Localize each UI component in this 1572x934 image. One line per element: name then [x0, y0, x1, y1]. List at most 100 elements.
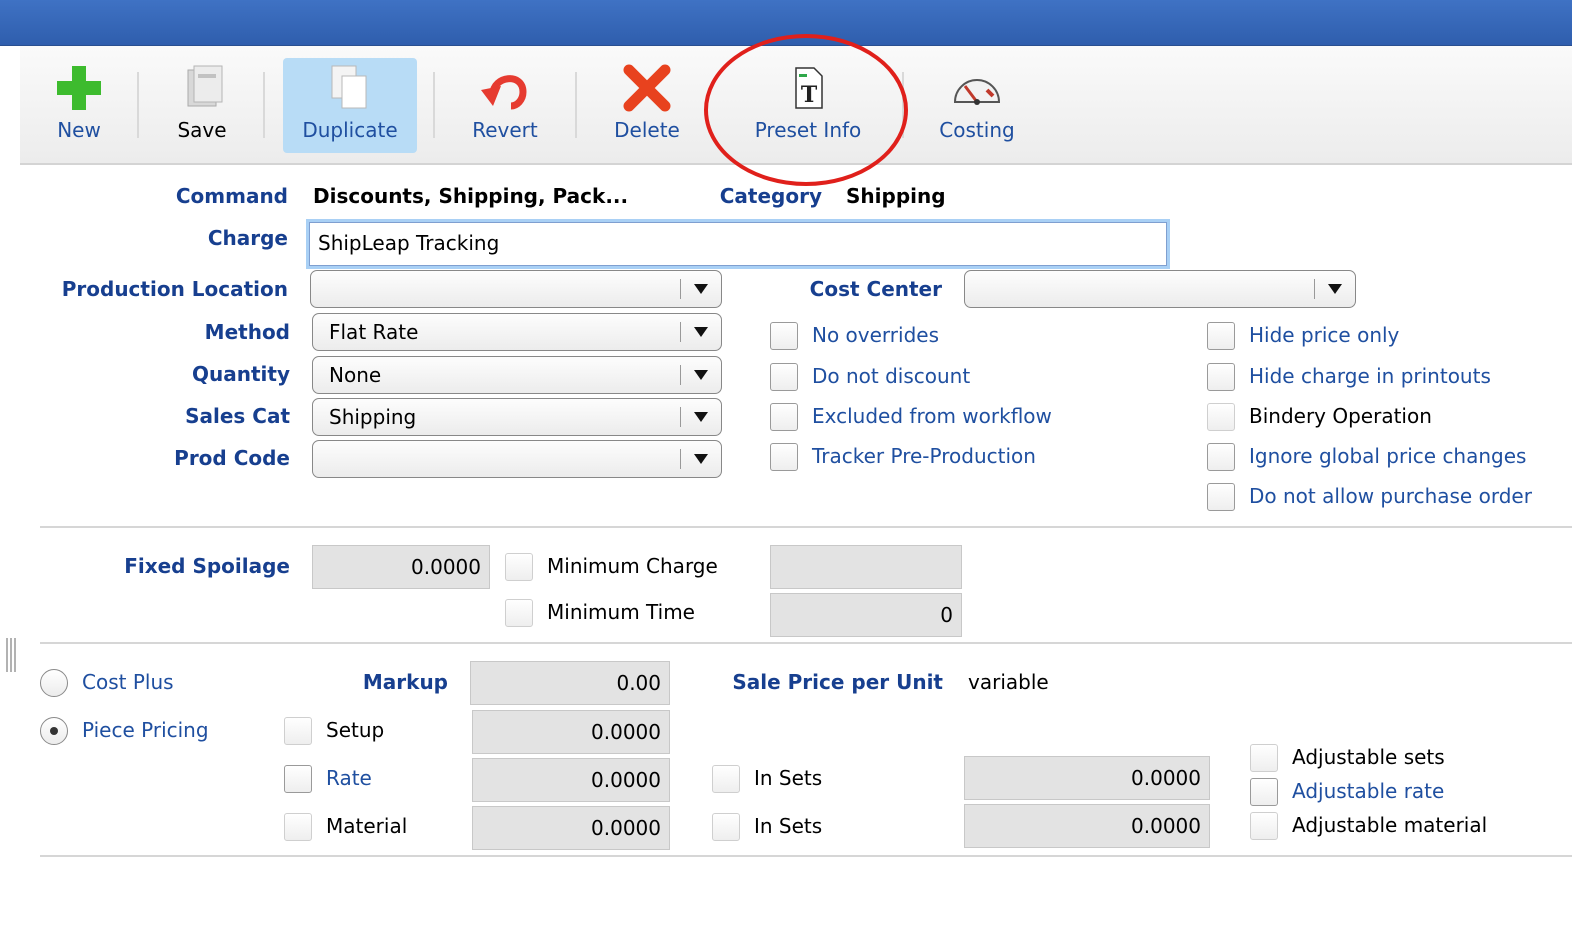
cost-center-label: Cost Center [809, 277, 942, 301]
duplicate-button[interactable]: Duplicate [283, 58, 417, 153]
chevron-down-icon [694, 454, 708, 464]
adjustable-material-checkbox[interactable] [1250, 812, 1278, 840]
rate-checkbox[interactable] [284, 765, 312, 793]
material-in-sets-value: 0.0000 [1131, 814, 1201, 838]
minimum-charge-label: Minimum Charge [547, 554, 718, 578]
bindery-operation-checkbox[interactable] [1207, 403, 1235, 431]
hide-charge-in-printouts-label[interactable]: Hide charge in printouts [1249, 364, 1491, 388]
excluded-from-workflow-checkbox[interactable] [770, 403, 798, 431]
rate-value: 0.0000 [591, 768, 661, 792]
chevron-down-icon [694, 327, 708, 337]
save-label: Save [177, 118, 227, 142]
bindery-operation-label: Bindery Operation [1249, 404, 1432, 428]
markup-label: Markup [362, 670, 448, 694]
no-overrides-checkbox[interactable] [770, 322, 798, 350]
command-label: Command [175, 184, 288, 208]
material-in-sets-label: In Sets [754, 814, 823, 838]
costing-label: Costing [939, 118, 1015, 142]
duplicate-label: Duplicate [302, 118, 398, 142]
setup-input[interactable]: 0.0000 [472, 710, 670, 754]
ignore-global-price-changes-checkbox[interactable] [1207, 443, 1235, 471]
rate-label[interactable]: Rate [326, 766, 372, 790]
prod-code-select[interactable] [312, 440, 722, 478]
material-in-sets-checkbox[interactable] [712, 813, 740, 841]
tracker-pre-production-checkbox[interactable] [770, 443, 798, 471]
quantity-select[interactable]: None [312, 356, 722, 394]
setup-label: Setup [326, 718, 385, 742]
material-value: 0.0000 [591, 816, 661, 840]
duplicate-icon [331, 65, 367, 109]
excluded-from-workflow-label[interactable]: Excluded from workflow [812, 404, 1052, 428]
method-select[interactable]: Flat Rate [312, 313, 722, 351]
piece-pricing-radio[interactable] [40, 717, 68, 745]
do-not-discount-label[interactable]: Do not discount [812, 364, 970, 388]
rate-in-sets-label: In Sets [754, 766, 823, 790]
do-not-discount-checkbox[interactable] [770, 363, 798, 391]
minimum-time-value: 0 [940, 603, 953, 627]
fixed-spoilage-label: Fixed Spoilage [124, 554, 290, 578]
chevron-down-icon [694, 284, 708, 294]
method-value: Flat Rate [329, 320, 419, 344]
rate-in-sets-checkbox[interactable] [712, 765, 740, 793]
charge-label: Charge [207, 226, 288, 250]
adjustable-material-label: Adjustable material [1292, 813, 1488, 837]
adjustable-sets-checkbox[interactable] [1250, 744, 1278, 772]
minimum-time-label: Minimum Time [547, 600, 695, 624]
section-divider [40, 526, 1572, 528]
minimum-time-input[interactable]: 0 [770, 593, 962, 637]
revert-button[interactable]: Revert [460, 58, 550, 153]
material-checkbox[interactable] [284, 813, 312, 841]
material-in-sets-input[interactable]: 0.0000 [964, 804, 1210, 848]
chevron-down-icon [694, 412, 708, 422]
do-not-allow-purchase-order-label[interactable]: Do not allow purchase order [1249, 484, 1532, 508]
do-not-allow-purchase-order-checkbox[interactable] [1207, 483, 1235, 511]
toolbar-separator [137, 72, 139, 138]
plus-icon [57, 66, 101, 110]
hide-charge-in-printouts-checkbox[interactable] [1207, 363, 1235, 391]
splitter-grip-icon[interactable] [4, 638, 18, 672]
quantity-value: None [329, 363, 382, 387]
save-icon [187, 65, 223, 107]
ignore-global-price-changes-label[interactable]: Ignore global price changes [1249, 444, 1526, 468]
adjustable-sets-label: Adjustable sets [1292, 745, 1445, 769]
new-label: New [57, 118, 101, 142]
toolbar-separator [575, 72, 577, 138]
sales-cat-select[interactable]: Shipping [312, 398, 722, 436]
cost-center-select[interactable] [964, 270, 1356, 308]
tracker-pre-production-label[interactable]: Tracker Pre-Production [812, 444, 1036, 468]
markup-input[interactable]: 0.00 [470, 661, 670, 705]
rate-in-sets-input[interactable]: 0.0000 [964, 756, 1210, 800]
minimum-charge-input[interactable] [770, 545, 962, 589]
setup-checkbox[interactable] [284, 717, 312, 745]
revert-label: Revert [472, 118, 538, 142]
quantity-label: Quantity [192, 362, 290, 386]
delete-icon [623, 64, 671, 112]
sales-cat-label: Sales Cat [185, 404, 290, 428]
charge-input[interactable]: ShipLeap Tracking [309, 222, 1167, 266]
sale-price-per-unit-value: variable [968, 670, 1049, 694]
material-input[interactable]: 0.0000 [472, 806, 670, 850]
no-overrides-label[interactable]: No overrides [812, 323, 939, 347]
category-label: Category [719, 184, 822, 208]
costing-icon [953, 79, 1001, 105]
adjustable-rate-checkbox[interactable] [1250, 778, 1278, 806]
material-label: Material [326, 814, 408, 838]
hide-price-only-checkbox[interactable] [1207, 322, 1235, 350]
piece-pricing-label[interactable]: Piece Pricing [82, 718, 209, 742]
save-button[interactable]: Save [162, 58, 242, 153]
production-location-select[interactable] [310, 270, 722, 308]
costing-button[interactable]: Costing [925, 58, 1029, 153]
setup-value: 0.0000 [591, 720, 661, 744]
section-divider [40, 642, 1572, 644]
hide-price-only-label[interactable]: Hide price only [1249, 323, 1399, 347]
fixed-spoilage-input[interactable]: 0.0000 [312, 545, 490, 589]
minimum-charge-checkbox[interactable] [505, 553, 533, 581]
adjustable-rate-label[interactable]: Adjustable rate [1292, 779, 1444, 803]
cost-plus-label[interactable]: Cost Plus [82, 670, 174, 694]
new-button[interactable]: New [40, 58, 118, 153]
prod-code-label: Prod Code [174, 446, 290, 470]
rate-input[interactable]: 0.0000 [472, 758, 670, 802]
cost-plus-radio[interactable] [40, 669, 68, 697]
minimum-time-checkbox[interactable] [505, 599, 533, 627]
delete-button[interactable]: Delete [602, 58, 692, 153]
